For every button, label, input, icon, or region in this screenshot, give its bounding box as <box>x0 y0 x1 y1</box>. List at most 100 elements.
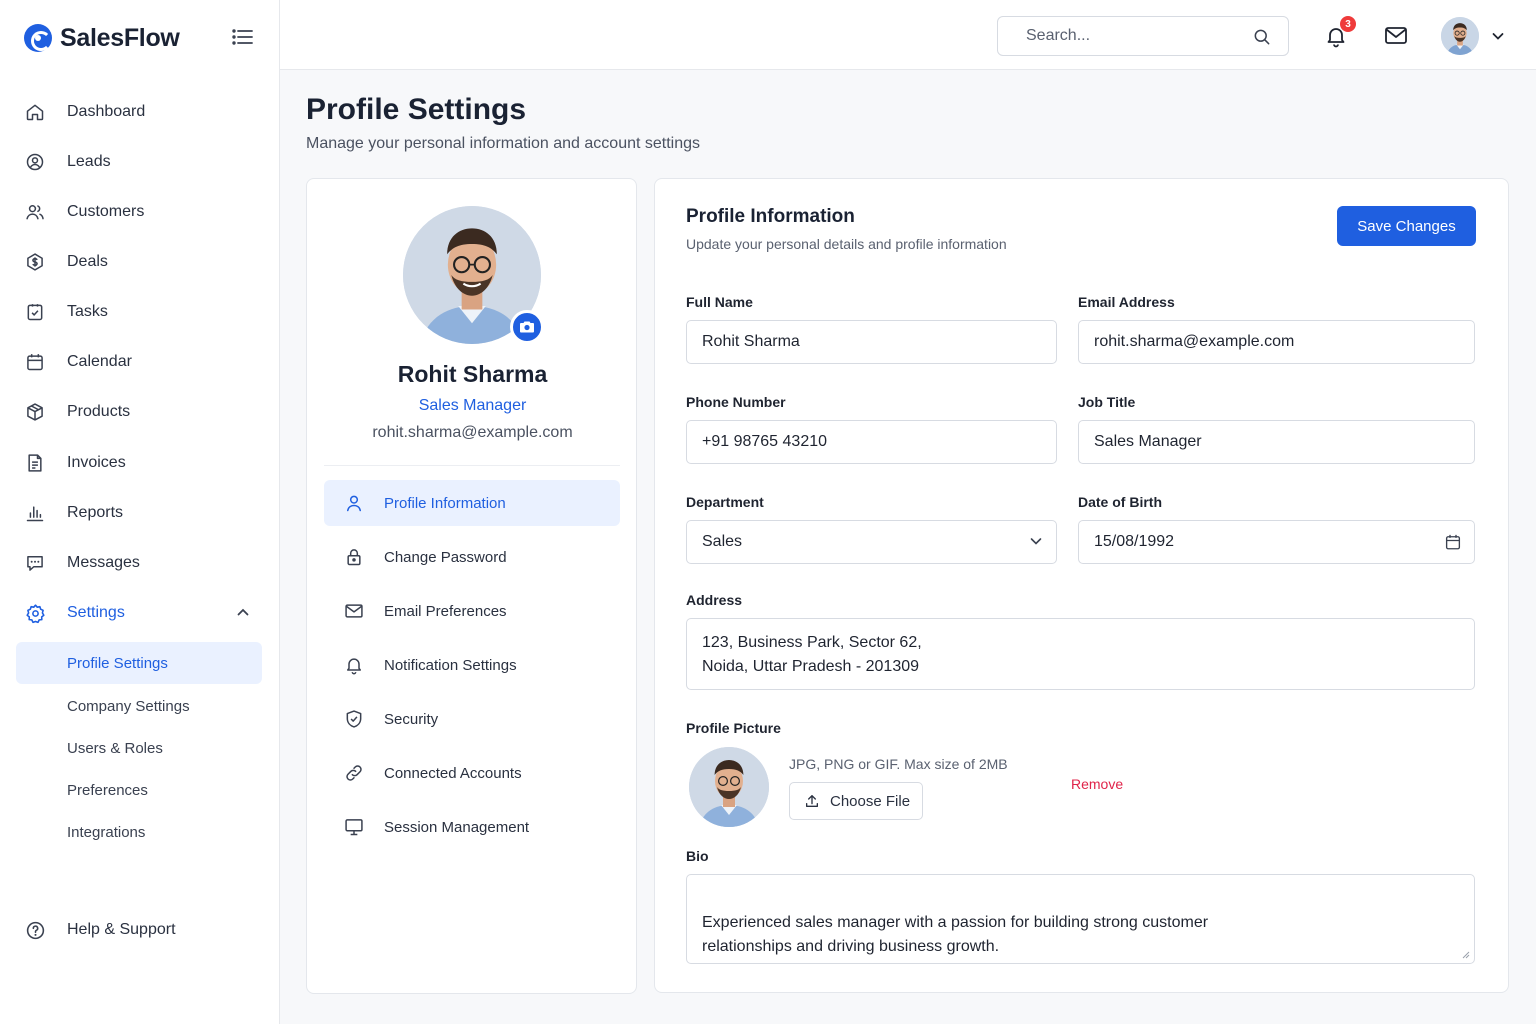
department-label: Department <box>686 494 764 510</box>
sidebar-subitem-preferences[interactable]: Preferences <box>16 769 262 811</box>
bio-textarea[interactable]: Experienced sales manager with a passion… <box>686 874 1475 964</box>
search-input[interactable] <box>1026 27 1236 45</box>
resize-handle-icon[interactable] <box>1460 949 1470 959</box>
sidebar-item-dashboard[interactable]: Dashboard <box>16 90 262 134</box>
menu-item-label: Session Management <box>384 818 530 836</box>
profile-summary-card: Rohit Sharma Sales Manager rohit.sharma@… <box>306 178 637 994</box>
address-textarea[interactable]: 123, Business Park, Sector 62, Noida, Ut… <box>686 618 1475 690</box>
email-input[interactable] <box>1094 333 1474 351</box>
search-icon[interactable] <box>1252 27 1272 47</box>
sidebar-item-label: Leads <box>67 153 111 170</box>
change-photo-camera-button[interactable] <box>510 310 544 344</box>
remove-picture-link[interactable]: Remove <box>1071 776 1123 792</box>
full-name-input[interactable] <box>702 333 1056 351</box>
chevron-down-icon <box>1030 538 1042 545</box>
menu-toggle-icon[interactable] <box>232 28 254 46</box>
bar-chart-icon <box>24 502 46 524</box>
sidebar-item-label: Help & Support <box>67 921 176 938</box>
page-subtitle: Manage your personal information and acc… <box>306 135 701 152</box>
chevron-up-icon <box>237 608 249 616</box>
sidebar-item-products[interactable]: Products <box>16 390 262 434</box>
menu-item-label: Connected Accounts <box>384 764 522 782</box>
shield-icon <box>346 710 362 728</box>
box-icon <box>24 401 46 423</box>
choose-file-label: Choose File <box>830 792 911 810</box>
section-subtitle: Update your personal details and profile… <box>686 236 1007 252</box>
menu-item-security[interactable]: Security <box>324 696 620 742</box>
sidebar-subitem-profile-settings[interactable]: Profile Settings <box>16 642 262 684</box>
dob-input[interactable] <box>1094 533 1474 551</box>
department-value: Sales <box>702 533 743 550</box>
sidebar-item-calendar[interactable]: Calendar <box>16 340 262 384</box>
section-title: Profile Information <box>686 206 855 227</box>
customers-icon <box>24 201 46 223</box>
menu-item-session-management[interactable]: Session Management <box>324 804 620 850</box>
bio-label: Bio <box>686 848 709 864</box>
deals-icon <box>24 251 46 273</box>
email-field[interactable] <box>1078 320 1475 364</box>
menu-item-profile-information[interactable]: Profile Information <box>324 480 620 526</box>
sidebar-item-invoices[interactable]: Invoices <box>16 441 262 485</box>
phone-field[interactable] <box>686 420 1057 464</box>
sidebar-subitem-users-roles[interactable]: Users & Roles <box>16 727 262 769</box>
profile-picture-thumbnail <box>689 747 769 827</box>
sidebar-item-messages[interactable]: Messages <box>16 541 262 585</box>
save-changes-button[interactable]: Save Changes <box>1337 206 1476 246</box>
brand[interactable]: SalesFlow <box>24 22 180 54</box>
sidebar-item-settings[interactable]: Settings <box>16 591 262 635</box>
menu-item-label: Change Password <box>384 548 507 566</box>
job-title-input[interactable] <box>1094 433 1474 451</box>
profile-name: Rohit Sharma <box>397 361 548 387</box>
sidebar-item-label: Dashboard <box>67 103 146 120</box>
sidebar-item-label: Messages <box>67 554 140 571</box>
brand-logo-icon <box>24 24 52 52</box>
address-label: Address <box>686 592 743 608</box>
tasks-icon <box>24 301 46 323</box>
menu-item-email-preferences[interactable]: Email Preferences <box>324 588 620 634</box>
menu-item-connected-accounts[interactable]: Connected Accounts <box>324 750 620 796</box>
menu-item-label: Email Preferences <box>384 602 507 620</box>
full-name-field[interactable] <box>686 320 1057 364</box>
search-box[interactable] <box>997 16 1289 56</box>
menu-item-label: Profile Information <box>384 494 506 512</box>
sidebar-item-label: Settings <box>67 604 125 621</box>
sidebar-item-reports[interactable]: Reports <box>16 491 262 535</box>
sidebar-item-label: Tasks <box>67 303 108 320</box>
avatar-portrait-icon <box>1441 17 1479 55</box>
calendar-icon[interactable] <box>1444 533 1462 551</box>
sidebar-item-leads[interactable]: Leads <box>16 140 262 184</box>
chevron-down-icon[interactable] <box>1491 29 1505 43</box>
user-avatar[interactable] <box>1441 17 1479 55</box>
lock-icon <box>347 549 361 566</box>
profile-picture-hint: JPG, PNG or GIF. Max size of 2MB <box>789 756 1008 772</box>
sidebar-item-label: Reports <box>67 504 124 521</box>
sidebar-item-deals[interactable]: Deals <box>16 240 262 284</box>
sidebar-item-label: Calendar <box>67 353 132 370</box>
calendar-icon <box>24 351 46 373</box>
sidebar-item-customers[interactable]: Customers <box>16 190 262 234</box>
dob-label: Date of Birth <box>1078 494 1162 510</box>
profile-email: rohit.sharma@example.com <box>372 424 573 441</box>
mail-icon[interactable] <box>1384 25 1408 47</box>
sidebar-item-label: Customers <box>67 203 145 220</box>
department-select[interactable]: Sales <box>686 520 1057 564</box>
sidebar: SalesFlow Dashboard Leads Customers Deal… <box>0 0 280 1024</box>
link-icon <box>346 765 362 781</box>
choose-file-button[interactable]: Choose File <box>789 782 923 820</box>
email-label: Email Address <box>1078 294 1175 310</box>
sidebar-subitem-company-settings[interactable]: Company Settings <box>16 685 262 727</box>
phone-input[interactable] <box>702 433 1056 451</box>
sidebar-item-label: Products <box>67 403 131 420</box>
bio-text: Experienced sales manager with a passion… <box>702 914 1209 955</box>
monitor-icon <box>345 819 363 836</box>
sidebar-item-tasks[interactable]: Tasks <box>16 290 262 334</box>
full-name-label: Full Name <box>686 294 753 310</box>
dob-field[interactable] <box>1078 520 1475 564</box>
sidebar-item-help-support[interactable]: Help & Support <box>16 908 262 952</box>
job-title-field[interactable] <box>1078 420 1475 464</box>
job-title-label: Job Title <box>1078 394 1136 410</box>
profile-information-card: Profile Information Update your personal… <box>654 178 1509 993</box>
menu-item-change-password[interactable]: Change Password <box>324 534 620 580</box>
menu-item-notification-settings[interactable]: Notification Settings <box>324 642 620 688</box>
sidebar-subitem-integrations[interactable]: Integrations <box>16 811 262 853</box>
